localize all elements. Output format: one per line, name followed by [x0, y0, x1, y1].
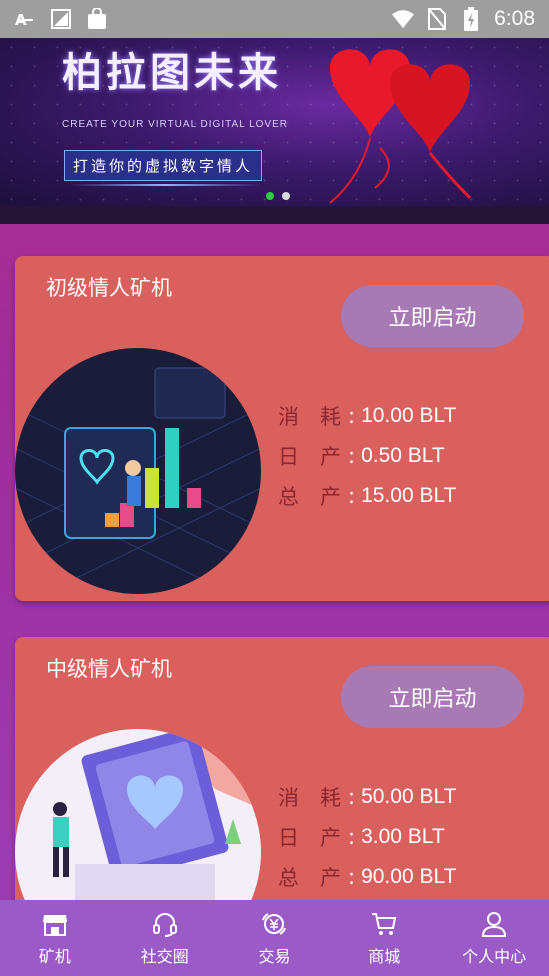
- yuan-exchange-icon: [259, 909, 289, 939]
- stat-colon: :: [348, 865, 356, 889]
- stat-value: 50.00 BLT: [361, 785, 457, 808]
- banner-slogan: 打造你的虚拟数字情人: [64, 150, 263, 181]
- nav-item-profile[interactable]: 个人中心: [439, 900, 549, 976]
- headset-icon: [150, 909, 180, 939]
- machine-stats: 消 耗:10.00 BLT 日 产:0.50 BLT 总 产:15.00 BLT: [278, 396, 456, 516]
- stat-value: 15.00 BLT: [361, 484, 457, 507]
- stat-colon: :: [348, 404, 356, 428]
- machine-title: 初级情人矿机: [46, 276, 172, 300]
- stat-value: 90.00 BLT: [361, 865, 457, 888]
- stat-colon: :: [348, 484, 356, 508]
- stat-total: 总 产:15.00 BLT: [278, 476, 456, 516]
- nav-label: 交易: [258, 947, 291, 966]
- a-icon: A: [14, 8, 36, 30]
- stat-label: 总 产: [278, 866, 341, 890]
- stat-consume: 消 耗:50.00 BLT: [278, 777, 456, 817]
- stat-colon: :: [348, 825, 356, 849]
- stat-value: 0.50 BLT: [361, 444, 445, 467]
- stat-total: 总 产:90.00 BLT: [278, 857, 456, 897]
- image-icon: [50, 8, 72, 30]
- banner-bottom-strip: [0, 206, 549, 224]
- store-icon: [40, 909, 70, 939]
- stat-colon: :: [348, 785, 356, 809]
- stat-daily: 日 产:3.00 BLT: [278, 817, 456, 857]
- banner-glow: [70, 184, 260, 186]
- stat-label: 总 产: [278, 485, 341, 509]
- nav-item-trade[interactable]: 交易: [220, 900, 330, 976]
- stat-daily: 日 产:0.50 BLT: [278, 436, 456, 476]
- nav-label: 社交圈: [140, 947, 189, 966]
- status-bar: A 6:08: [0, 0, 549, 38]
- bottom-nav: 矿机 社交圈 交易 商城 个人中心: [0, 900, 549, 976]
- nav-item-social[interactable]: 社交圈: [110, 900, 220, 976]
- stat-label: 消 耗: [278, 786, 341, 810]
- battery-icon: [460, 7, 482, 31]
- machine-stats: 消 耗:50.00 BLT 日 产:3.00 BLT 总 产:90.00 BLT: [278, 777, 456, 897]
- banner-subtitle: CREATE YOUR VIRTUAL DIGITAL LOVER: [62, 119, 289, 130]
- carousel-dot-active[interactable]: [266, 192, 274, 200]
- carousel-dots: [266, 192, 290, 200]
- wifi-icon: [392, 8, 415, 30]
- nav-label: 矿机: [38, 947, 71, 966]
- nav-item-mall[interactable]: 商城: [329, 900, 439, 976]
- status-time: 6:08: [494, 7, 535, 30]
- bag-icon: [86, 8, 108, 30]
- nav-item-mining[interactable]: 矿机: [0, 900, 110, 976]
- start-button[interactable]: 立即启动: [341, 666, 524, 728]
- nav-label: 商城: [368, 947, 401, 966]
- start-button[interactable]: 立即启动: [341, 285, 524, 347]
- stat-value: 10.00 BLT: [361, 404, 457, 427]
- stat-label: 日 产: [278, 445, 341, 469]
- sim-icon: [426, 8, 448, 30]
- stat-value: 3.00 BLT: [361, 825, 445, 848]
- machine-card-basic: 初级情人矿机 立即启动 消 耗:10.00 BLT 日 产:0.50 BLT 总…: [15, 256, 549, 601]
- machine-title: 中级情人矿机: [46, 657, 172, 681]
- stat-label: 消 耗: [278, 405, 341, 429]
- nav-label: 个人中心: [462, 947, 527, 966]
- machine-illustration: [15, 348, 261, 594]
- stat-label: 日 产: [278, 826, 341, 850]
- stat-colon: :: [348, 444, 356, 468]
- heart-balloons-image: [329, 49, 472, 204]
- user-icon: [479, 909, 509, 939]
- banner-title: 柏拉图未来: [62, 50, 282, 96]
- cart-icon: [369, 909, 399, 939]
- stat-consume: 消 耗:10.00 BLT: [278, 396, 456, 436]
- carousel-dot[interactable]: [282, 192, 290, 200]
- banner-carousel[interactable]: 柏拉图未来 CREATE YOUR VIRTUAL DIGITAL LOVER …: [0, 38, 549, 206]
